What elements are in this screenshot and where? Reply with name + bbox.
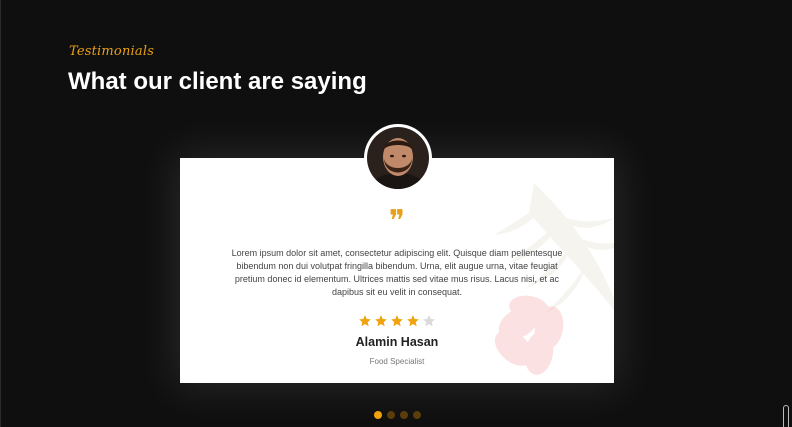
testimonials-section: Testimonials What our client are saying …	[0, 0, 792, 427]
scrollbar-thumb[interactable]	[783, 405, 789, 427]
carousel-pagination	[374, 411, 421, 419]
carousel-dot[interactable]	[400, 411, 408, 419]
section-eyebrow: Testimonials	[69, 44, 155, 59]
carousel-dot[interactable]	[413, 411, 421, 419]
star-empty-icon	[423, 315, 435, 327]
carousel-dot[interactable]	[387, 411, 395, 419]
carousel-dot[interactable]	[374, 411, 382, 419]
client-avatar	[364, 124, 432, 192]
star-filled-icon	[375, 315, 387, 327]
quote-icon: ❞	[388, 204, 406, 239]
client-name: Alamin Hasan	[355, 335, 439, 349]
star-filled-icon	[359, 315, 371, 327]
rating-stars	[180, 314, 614, 333]
section-title: What our client are saying	[68, 68, 367, 95]
testimonial-text: Lorem ipsum dolor sit amet, consectetur …	[231, 248, 563, 297]
avatar-portrait-icon	[367, 127, 429, 189]
star-filled-icon	[391, 315, 403, 327]
star-filled-icon	[407, 315, 419, 327]
client-role: Food Specialist	[369, 357, 425, 366]
